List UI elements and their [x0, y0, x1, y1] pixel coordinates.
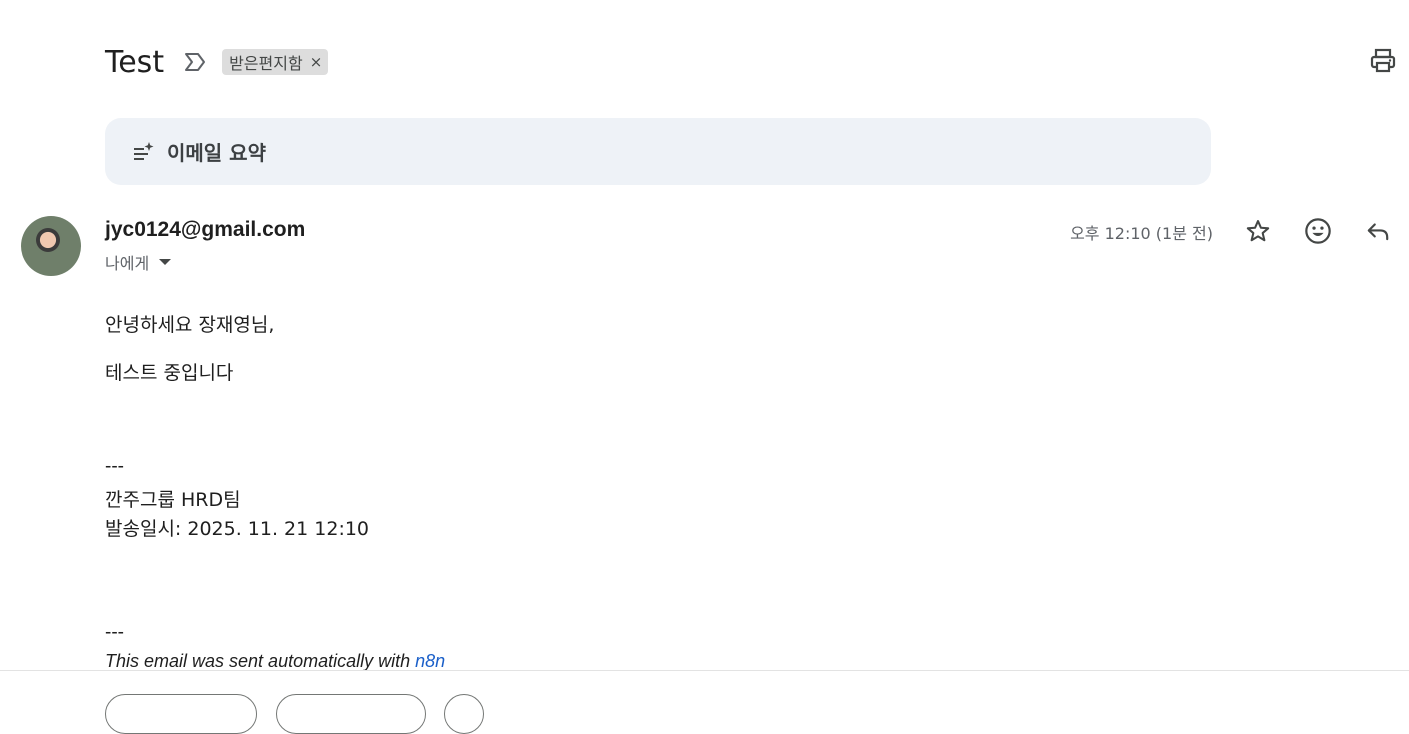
reply-actions-bar: [0, 671, 1409, 734]
body-separator: ---: [105, 456, 124, 477]
email-summary-label: 이메일 요약: [167, 141, 266, 165]
body-footer-note: This email was sent automatically with n…: [105, 651, 445, 672]
sender-email[interactable]: jyc0124@gmail.com: [105, 218, 305, 242]
body-sent-at: 발송일시: 2025. 11. 21 12:10: [105, 518, 370, 540]
n8n-link[interactable]: n8n: [415, 651, 445, 671]
chevron-down-icon: [159, 259, 172, 265]
star-icon[interactable]: [1243, 216, 1273, 246]
body-message: 테스트 중입니다: [105, 362, 234, 384]
remove-label-button[interactable]: ×: [310, 53, 323, 71]
recipient-details-toggle[interactable]: 나에게: [105, 250, 172, 274]
recipient-label: 나에게: [105, 254, 150, 273]
body-team-signature: 깐주그룹 HRD팀: [105, 489, 241, 511]
sender-avatar[interactable]: [21, 216, 81, 276]
print-icon[interactable]: [1369, 47, 1397, 75]
footer-text: This email was sent automatically with: [105, 651, 416, 671]
forward-button[interactable]: [276, 694, 426, 734]
label-chip-text: 받은편지함: [229, 54, 303, 73]
reply-icon[interactable]: [1363, 216, 1393, 246]
emoji-smile-icon[interactable]: [1303, 216, 1333, 246]
importance-marker-icon[interactable]: [184, 51, 206, 73]
reply-button[interactable]: [105, 694, 257, 734]
email-subject: Test: [105, 44, 165, 80]
email-timestamp: 오후 12:10 (1분 전): [1070, 224, 1213, 243]
sparkle-list-icon: [134, 141, 154, 160]
email-summary-button[interactable]: 이메일 요약: [105, 118, 1211, 185]
emoji-reaction-button[interactable]: [444, 694, 484, 734]
inbox-label-chip: 받은편지함 ×: [222, 49, 329, 75]
body-greeting: 안녕하세요 장재영님,: [105, 314, 275, 336]
body-separator: ---: [105, 622, 124, 643]
subject-header: Test 받은편지함 ×: [105, 40, 329, 84]
